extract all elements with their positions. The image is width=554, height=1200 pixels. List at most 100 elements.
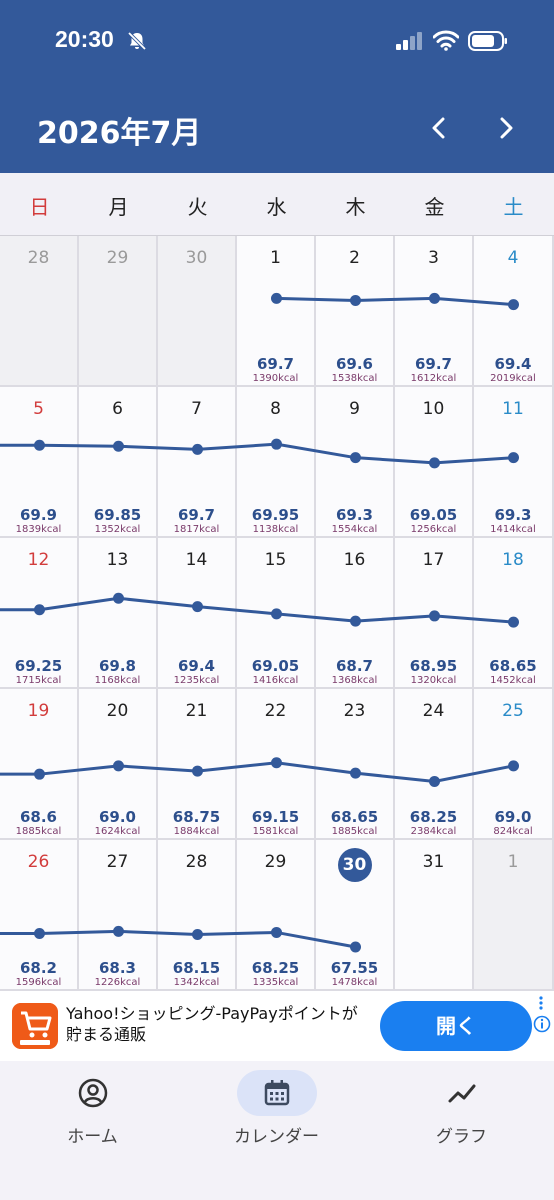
day-cell[interactable]: 12 69.25 1715kcal [0, 538, 79, 689]
day-number: 20 [106, 701, 129, 721]
day-kcal: 2384kcal [410, 826, 457, 837]
day-cell[interactable]: 26 68.2 1596kcal [0, 840, 79, 991]
day-cell[interactable]: 10 69.05 1256kcal [395, 387, 474, 538]
tab-calendar[interactable]: カレンダー [184, 1061, 369, 1161]
day-number: 29 [264, 852, 287, 872]
day-cell[interactable]: 4 69.4 2019kcal [474, 236, 554, 387]
day-cell[interactable]: 30 67.55 1478kcal [316, 840, 395, 991]
prev-month-button[interactable] [424, 110, 454, 146]
day-cell[interactable]: 18 68.65 1452kcal [474, 538, 554, 689]
day-cell[interactable]: 1 [474, 840, 554, 991]
day-cell[interactable]: 24 68.25 2384kcal [395, 689, 474, 840]
tab-home-label: ホーム [67, 1127, 118, 1147]
day-cell[interactable]: 15 69.05 1416kcal [237, 538, 316, 689]
day-weight: 68.95 [409, 657, 458, 675]
day-number: 13 [106, 550, 129, 570]
day-cell[interactable]: 27 68.3 1226kcal [79, 840, 158, 991]
day-cell[interactable]: 5 69.9 1839kcal [0, 387, 79, 538]
day-cell[interactable]: 9 69.3 1554kcal [316, 387, 395, 538]
day-weight: 69.6 [335, 355, 373, 373]
day-cell[interactable]: 22 69.15 1581kcal [237, 689, 316, 840]
day-kcal: 1452kcal [490, 675, 536, 686]
day-kcal: 1581kcal [252, 826, 299, 837]
day-cell[interactable]: 29 [79, 236, 158, 387]
day-cell[interactable]: 28 [0, 236, 79, 387]
weekday-tuesday: 火 [187, 195, 208, 219]
day-cell[interactable]: 30 [158, 236, 237, 387]
tab-calendar-label: カレンダー [234, 1127, 319, 1147]
today-indicator: 30 [337, 848, 372, 882]
ad-text[interactable]: Yahoo!ショッピング-PayPayポイントが貯まる通販 [66, 1003, 371, 1045]
day-cell[interactable]: 2 69.6 1538kcal [316, 236, 395, 387]
day-cell[interactable]: 19 68.6 1885kcal [0, 689, 79, 840]
day-cell[interactable]: 20 69.0 1624kcal [79, 689, 158, 840]
day-kcal: 2019kcal [490, 373, 536, 384]
day-weight: 69.7 [177, 506, 215, 524]
tab-graph-label: グラフ [436, 1127, 487, 1147]
day-weight: 69.4 [494, 355, 532, 373]
month-title: 2026年7月 [37, 116, 202, 151]
day-kcal: 1817kcal [173, 524, 220, 535]
day-cell[interactable]: 28 68.15 1342kcal [158, 840, 237, 991]
ad-banner[interactable]: Yahoo!ショッピング-PayPayポイントが貯まる通販 開く [0, 991, 554, 1061]
day-kcal: 1335kcal [252, 977, 299, 988]
day-weight: 68.6 [19, 808, 57, 826]
day-number: 9 [349, 399, 360, 419]
day-cell[interactable]: 6 69.85 1352kcal [79, 387, 158, 538]
day-cell[interactable]: 7 69.7 1817kcal [158, 387, 237, 538]
bottom-tab-bar: ホーム カレンダー グラフ [0, 1061, 554, 1200]
weekday-saturday: 土 [503, 195, 524, 219]
day-cell[interactable]: 8 69.95 1138kcal [237, 387, 316, 538]
next-month-button[interactable] [491, 110, 521, 146]
day-cell[interactable]: 23 68.65 1885kcal [316, 689, 395, 840]
day-cell[interactable]: 13 69.8 1168kcal [79, 538, 158, 689]
day-cell[interactable]: 31 [395, 840, 474, 991]
day-number: 6 [112, 399, 123, 419]
weekday-thursday: 木 [345, 195, 366, 219]
ad-open-button[interactable]: 開く [380, 1001, 532, 1051]
status-time: 20:30 [55, 26, 114, 52]
day-cell[interactable]: 29 68.25 1335kcal [237, 840, 316, 991]
day-kcal: 1352kcal [94, 524, 141, 535]
day-number: 24 [422, 701, 445, 721]
day-cell[interactable]: 17 68.95 1320kcal [395, 538, 474, 689]
day-weight: 69.0 [494, 808, 532, 826]
day-weight: 69.05 [251, 657, 300, 675]
day-kcal: 1885kcal [331, 826, 378, 837]
day-kcal: 1390kcal [252, 373, 299, 384]
ad-info-icon[interactable] [533, 1015, 551, 1033]
weekday-monday: 月 [108, 195, 129, 219]
day-weight: 69.7 [414, 355, 452, 373]
day-number: 2 [349, 248, 360, 268]
day-kcal: 824kcal [493, 826, 533, 837]
day-weight: 68.65 [330, 808, 379, 826]
day-cell[interactable]: 16 68.7 1368kcal [316, 538, 395, 689]
day-kcal: 1885kcal [15, 826, 62, 837]
day-number: 10 [422, 399, 445, 419]
day-weight: 69.4 [177, 657, 215, 675]
day-weight: 69.8 [98, 657, 136, 675]
tab-graph[interactable]: グラフ [369, 1061, 554, 1161]
day-cell[interactable]: 1 69.7 1390kcal [237, 236, 316, 387]
day-cell[interactable]: 11 69.3 1414kcal [474, 387, 554, 538]
day-kcal: 1612kcal [410, 373, 457, 384]
day-cell[interactable]: 14 69.4 1235kcal [158, 538, 237, 689]
day-kcal: 1839kcal [15, 524, 62, 535]
day-kcal: 1138kcal [252, 524, 299, 535]
day-cell[interactable]: 3 69.7 1612kcal [395, 236, 474, 387]
day-number: 5 [33, 399, 44, 419]
battery-icon [468, 31, 507, 51]
signal-icon [396, 32, 422, 50]
day-number: 4 [507, 248, 519, 268]
day-kcal: 1368kcal [331, 675, 378, 686]
ad-more-icon[interactable] [538, 996, 544, 1010]
tab-home[interactable]: ホーム [0, 1061, 185, 1161]
day-weight: 68.65 [489, 657, 537, 675]
day-number: 19 [27, 701, 50, 721]
yahoo-shopping-cart-icon[interactable] [12, 1003, 58, 1049]
day-number: 22 [264, 701, 287, 721]
day-cell[interactable]: 21 68.75 1884kcal [158, 689, 237, 840]
day-kcal: 1624kcal [94, 826, 141, 837]
day-kcal: 1596kcal [15, 977, 62, 988]
day-cell[interactable]: 25 69.0 824kcal [474, 689, 554, 840]
